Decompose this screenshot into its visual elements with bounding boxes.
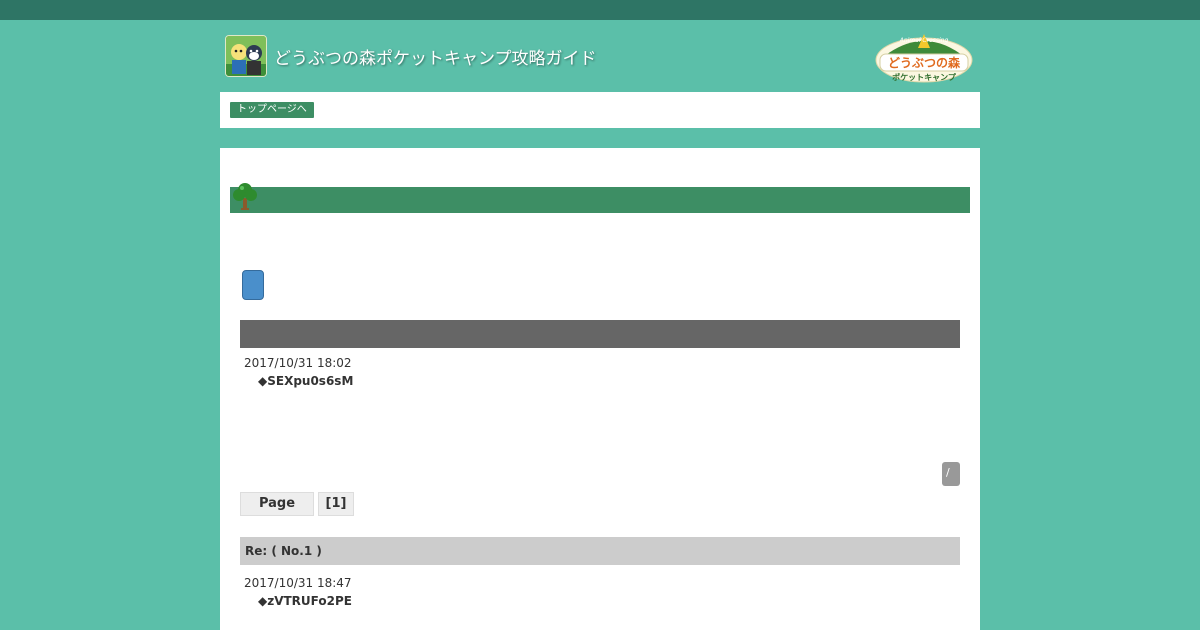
reply-title-bar: Re: ( No.1 ) xyxy=(240,537,960,565)
animal-crossing-pocket-camp-logo[interactable]: Animal Crossing どうぶつの森 ポケットキャンプ xyxy=(874,28,974,84)
top-strip xyxy=(0,0,1200,20)
logo-main-text: どうぶつの森 xyxy=(888,55,961,70)
site-title[interactable]: どうぶつの森ポケットキャンプ攻略ガイド xyxy=(274,44,597,69)
villager-icon[interactable] xyxy=(225,35,267,77)
blue-button-icon[interactable] xyxy=(242,270,264,300)
page-number-link[interactable]: [1] xyxy=(318,492,354,516)
section-header-bar xyxy=(230,187,970,213)
post-author-id: ◆zVTRUFo2PE xyxy=(258,594,352,608)
nav-bar: トップページへ xyxy=(220,92,980,128)
post-author-id: ◆SEXpu0s6sM xyxy=(258,374,354,388)
logo-sub-text: ポケットキャンプ xyxy=(892,72,957,82)
slash-button[interactable]: / xyxy=(942,462,960,486)
thread-title-bar xyxy=(240,320,960,348)
logo-arc-text: Animal Crossing xyxy=(899,37,949,44)
page-label: Page xyxy=(240,492,314,516)
post-date: 2017/10/31 18:47 xyxy=(244,576,352,590)
post-date: 2017/10/31 18:02 xyxy=(244,356,352,370)
main-content: 2017/10/31 18:02 ◆SEXpu0s6sM / Page [1] … xyxy=(220,148,980,630)
tree-icon xyxy=(231,180,259,212)
top-page-link[interactable]: トップページへ xyxy=(230,102,314,118)
